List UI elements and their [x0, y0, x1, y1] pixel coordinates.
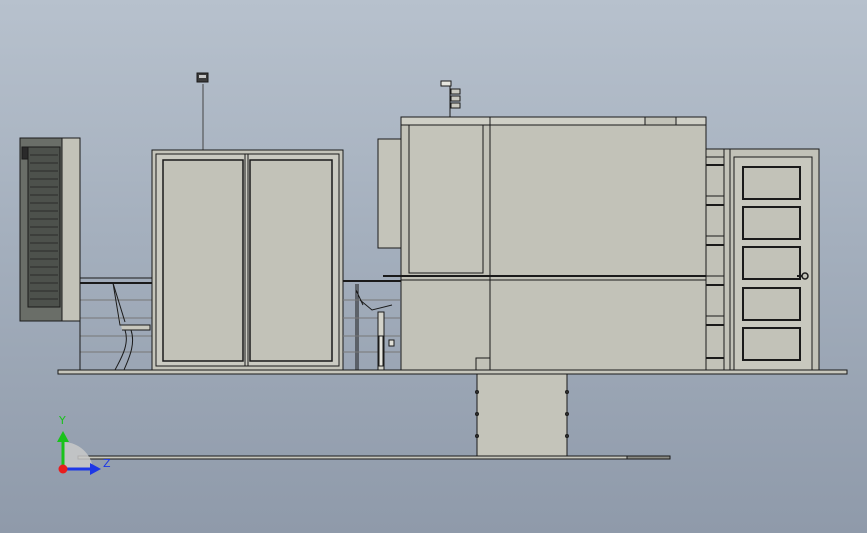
cad-drawing	[19, 72, 848, 475]
shelf-rack	[705, 148, 731, 371]
wall-ac-unit	[19, 137, 81, 322]
axis-y-label: Y	[59, 414, 66, 427]
side-desk	[343, 280, 402, 371]
entry-door	[729, 148, 820, 371]
ground-rail	[77, 455, 671, 460]
axis-z-label: Z	[103, 457, 111, 470]
support-column	[475, 373, 569, 458]
main-enclosure	[377, 80, 707, 371]
office-chair	[112, 282, 151, 371]
base-platform	[57, 369, 848, 375]
cad-viewport[interactable]: Y Z	[0, 0, 867, 533]
coordinate-triad	[57, 431, 101, 475]
wardrobe-cabinet	[151, 72, 344, 371]
